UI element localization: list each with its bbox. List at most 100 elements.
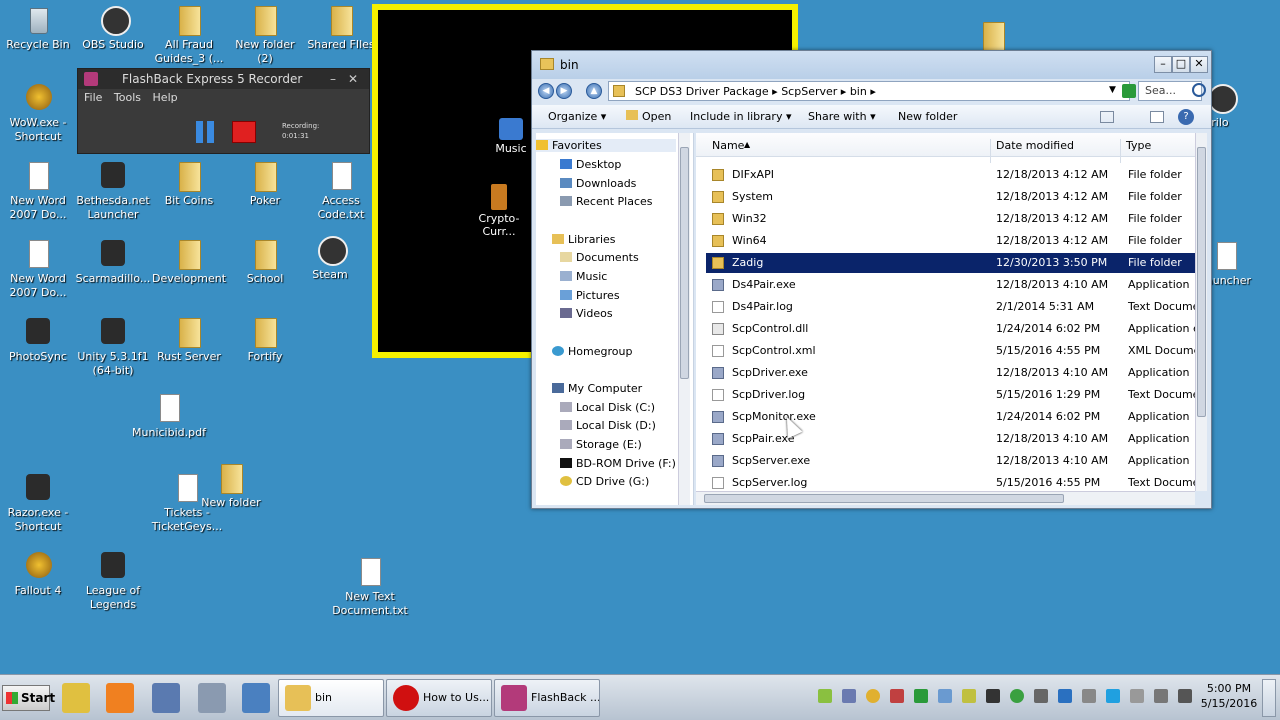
close-button[interactable]: ✕: [1190, 56, 1208, 73]
column-date-modified[interactable]: Date modified: [996, 139, 1074, 152]
file-row[interactable]: ScpControl.dll 1/24/2014 6:02 PM Applicati…: [706, 319, 1195, 339]
file-row[interactable]: ScpServer.exe 12/18/2013 4:10 AM Applicati…: [706, 451, 1195, 471]
nav-my-computer[interactable]: My Computer: [552, 382, 642, 395]
new-folder-button[interactable]: New folder: [898, 110, 957, 123]
address-dropdown-icon[interactable]: ▼: [1109, 85, 1116, 95]
flashback-titlebar[interactable]: FlashBack Express 5 Recorder – ✕: [78, 69, 369, 89]
preview-pane-icon[interactable]: [1150, 111, 1164, 123]
file-row[interactable]: Zadig 12/30/2013 3:50 PM File folder: [706, 253, 1195, 273]
nav-homegroup[interactable]: Homegroup: [552, 345, 632, 358]
desktop-icon-bethesda[interactable]: Bethesda.net Launcher: [75, 160, 151, 222]
tray-icon[interactable]: [1082, 689, 1096, 703]
desktop-icon-wow[interactable]: WoW.exe - Shortcut: [0, 82, 76, 144]
up-button[interactable]: ▲: [586, 83, 602, 99]
help-icon[interactable]: ?: [1178, 109, 1194, 125]
tray-icon[interactable]: [866, 689, 880, 703]
desktop-icon-folder-top[interactable]: [955, 20, 1031, 54]
desktop-icon-razor[interactable]: Razor.exe - Shortcut: [0, 472, 76, 534]
menu-file[interactable]: File: [84, 91, 102, 104]
desktop-icon-all-fraud[interactable]: All Fraud Guides_3 (...: [151, 4, 227, 66]
nav-music[interactable]: Music: [560, 270, 607, 283]
task-flashback[interactable]: FlashBack ...: [494, 679, 600, 717]
back-button[interactable]: ◀: [538, 83, 554, 99]
desktop-icon-steam[interactable]: Steam: [292, 234, 368, 282]
search-icon[interactable]: [1192, 83, 1206, 97]
desktop-icon-rust-server[interactable]: Rust Server: [151, 316, 227, 364]
search-icon[interactable]: [62, 683, 90, 713]
task-explorer-bin[interactable]: bin: [278, 679, 384, 717]
file-row[interactable]: ScpPair.exe 12/18/2013 4:10 AM Application: [706, 429, 1195, 449]
nav-cd-g[interactable]: CD Drive (G:): [560, 475, 649, 488]
nav-pane-scrollbar[interactable]: [678, 133, 690, 505]
file-row[interactable]: System 12/18/2013 4:12 AM File folder: [706, 187, 1195, 207]
file-row[interactable]: Ds4Pair.exe 12/18/2013 4:10 AM Application: [706, 275, 1195, 295]
explorer-titlebar[interactable]: bin – □ ✕: [532, 51, 1211, 79]
column-type[interactable]: Type: [1126, 139, 1151, 152]
address-bar[interactable]: SCP DS3 Driver Package ▸ ScpServer ▸ bin…: [608, 81, 1130, 101]
organize-button[interactable]: Organize ▾: [548, 110, 606, 123]
maximize-button[interactable]: □: [1172, 56, 1190, 73]
desktop-icon-poker[interactable]: Poker: [227, 160, 303, 208]
breadcrumb-item[interactable]: SCP DS3 Driver Package: [635, 85, 769, 98]
desktop-icon-new-folder-2[interactable]: New folder (2): [227, 4, 303, 66]
tray-icon[interactable]: [1010, 689, 1024, 703]
desktop-icon-unity[interactable]: Unity 5.3.1f1 (64-bit): [75, 316, 151, 378]
volume-icon[interactable]: [1154, 689, 1168, 703]
network-tray-icon[interactable]: [1178, 689, 1192, 703]
tray-icon[interactable]: [938, 689, 952, 703]
nav-bdrom-f[interactable]: BD-ROM Drive (F:): [560, 457, 676, 470]
file-row[interactable]: Win32 12/18/2013 4:12 AM File folder: [706, 209, 1195, 229]
file-list-scrollbar[interactable]: [1195, 133, 1207, 491]
tray-icon[interactable]: [986, 689, 1000, 703]
stop-button[interactable]: [232, 121, 256, 143]
media-crypto-item[interactable]: Crypto-Curr...: [464, 184, 534, 238]
start-button[interactable]: Start: [2, 685, 55, 711]
desktop-icon-municibid[interactable]: Municibid.pdf: [131, 392, 207, 440]
desktop-icon-new-folder[interactable]: New folder: [193, 462, 269, 510]
nav-recent-places[interactable]: Recent Places: [560, 195, 653, 208]
media-player-icon[interactable]: [106, 683, 134, 713]
nav-pictures[interactable]: Pictures: [560, 289, 620, 302]
desktop-icon-photosync[interactable]: PhotoSync: [0, 316, 76, 364]
file-row[interactable]: ScpDriver.exe 12/18/2013 4:10 AM Applicati…: [706, 363, 1195, 383]
nav-videos[interactable]: Videos: [560, 307, 613, 320]
keyboard-icon[interactable]: [152, 683, 180, 713]
desktop-icon-bit-coins[interactable]: Bit Coins: [151, 160, 227, 208]
desktop-icon-launcher[interactable]: auncher: [1206, 240, 1280, 288]
breadcrumb-item[interactable]: bin: [850, 85, 867, 98]
file-row[interactable]: ScpControl.xml 5/15/2016 4:55 PM XML Docum…: [706, 341, 1195, 361]
file-row[interactable]: Ds4Pair.log 2/1/2014 5:31 AM Text Documen: [706, 297, 1195, 317]
view-options-icon[interactable]: [1100, 111, 1114, 123]
column-name[interactable]: Name: [712, 139, 744, 152]
desktop-icon-shared-files[interactable]: Shared FIles: [303, 4, 379, 52]
refresh-icon[interactable]: [1122, 84, 1136, 98]
tray-icon[interactable]: [962, 689, 976, 703]
file-list-hscrollbar[interactable]: [696, 491, 1195, 505]
desktop-icon-scarmadillo[interactable]: Scarmadillo...: [75, 238, 151, 286]
forward-button[interactable]: ▶: [556, 83, 572, 99]
open-button[interactable]: Open: [626, 110, 671, 123]
file-row[interactable]: DIFxAPI 12/18/2013 4:12 AM File folder: [706, 165, 1195, 185]
desktop-icon-access-code[interactable]: Access Code.txt: [303, 160, 379, 222]
desktop-icon-new-text-doc[interactable]: New Text Document.txt: [332, 556, 408, 618]
pause-button[interactable]: [194, 121, 216, 143]
desktop-icon-recycle-bin[interactable]: Recycle Bin: [0, 4, 76, 52]
show-desktop-button[interactable]: [1262, 679, 1276, 717]
include-library-button[interactable]: Include in library ▾: [690, 110, 791, 123]
scrollbar-thumb[interactable]: [704, 494, 1064, 503]
desktop-icon-development[interactable]: Development: [151, 238, 227, 286]
task-opera[interactable]: How to Us...: [386, 679, 492, 717]
tray-icon[interactable]: [818, 689, 832, 703]
scrollbar-thumb[interactable]: [1197, 147, 1206, 417]
nav-documents[interactable]: Documents: [560, 251, 639, 264]
tray-icon[interactable]: [1058, 689, 1072, 703]
file-row[interactable]: ScpDriver.log 5/15/2016 1:29 PM Text Docum…: [706, 385, 1195, 405]
desktop-icon-new-word-1[interactable]: New Word 2007 Do...: [0, 160, 76, 222]
nav-local-c[interactable]: Local Disk (C:): [560, 401, 655, 414]
close-button[interactable]: ✕: [348, 69, 358, 89]
desktop-icon-new-word-2[interactable]: New Word 2007 Do...: [0, 238, 76, 300]
tray-icon[interactable]: [1130, 689, 1144, 703]
menu-help[interactable]: Help: [153, 91, 178, 104]
share-with-button[interactable]: Share with ▾: [808, 110, 876, 123]
clock[interactable]: 5:00 PM 5/15/2016: [1200, 681, 1258, 711]
